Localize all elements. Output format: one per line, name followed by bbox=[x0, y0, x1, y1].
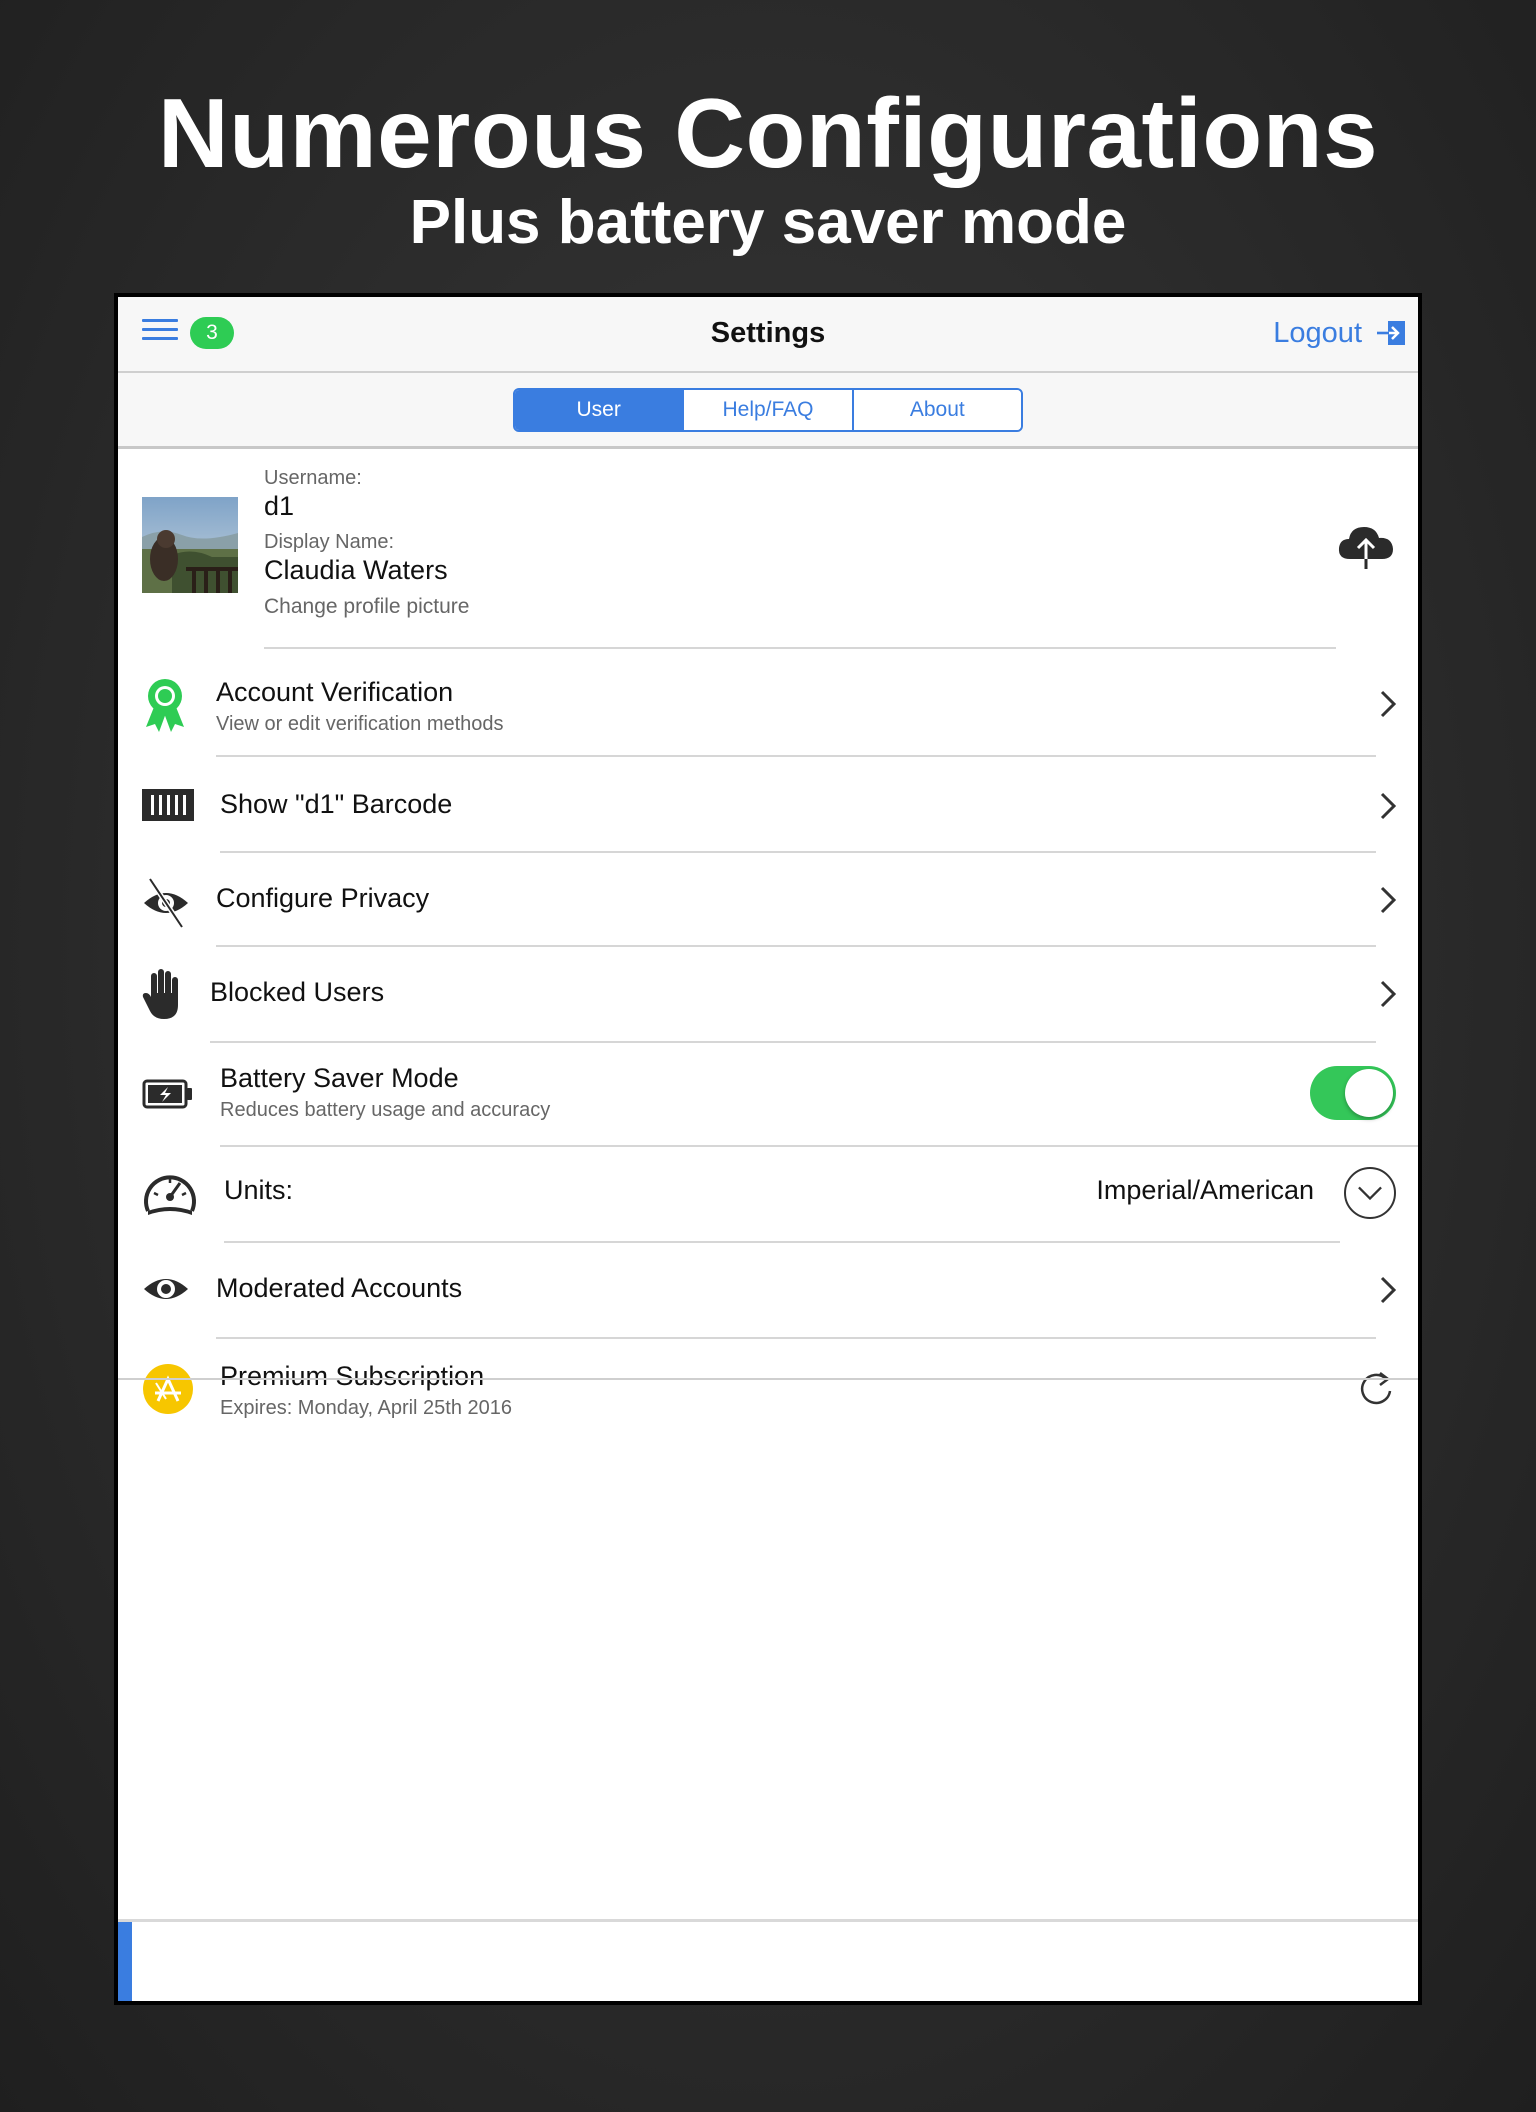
logout-button[interactable]: Logout bbox=[1273, 311, 1406, 355]
promo-subheadline: Plus battery saver mode bbox=[409, 188, 1127, 257]
refresh-icon[interactable] bbox=[1360, 1367, 1396, 1407]
row-title: Premium Subscription bbox=[220, 1361, 485, 1391]
cloud-upload-icon[interactable] bbox=[1336, 521, 1396, 571]
battery-saver-toggle[interactable] bbox=[1310, 1066, 1396, 1120]
footer-divider bbox=[118, 1919, 1418, 1922]
row-subtitle: Expires: Monday, April 25th 2016 bbox=[220, 1397, 513, 1419]
barcode-icon bbox=[142, 789, 194, 821]
footer-accent-bar bbox=[118, 1922, 132, 2001]
row-title: Battery Saver Mode bbox=[220, 1063, 459, 1093]
navigation-bar: 3 Settings Logout bbox=[118, 297, 1418, 373]
barcode-row[interactable]: Show "d1" Barcode bbox=[118, 757, 1418, 853]
logout-label: Logout bbox=[1273, 316, 1362, 349]
speedometer-icon bbox=[144, 1175, 196, 1215]
account-verification-row[interactable]: Account Verification View or edit verifi… bbox=[118, 649, 1418, 757]
logout-arrow-icon bbox=[1377, 321, 1405, 345]
battery-icon bbox=[142, 1079, 192, 1109]
row-subtitle: Reduces battery usage and accuracy bbox=[220, 1099, 551, 1121]
row-title: Account Verification bbox=[216, 677, 454, 707]
moderated-accounts-row[interactable]: Moderated Accounts bbox=[118, 1243, 1418, 1339]
list-bottom-divider bbox=[118, 1378, 1418, 1380]
row-title: Configure Privacy bbox=[216, 883, 430, 913]
chevron-right-icon bbox=[1380, 886, 1397, 914]
app-store-icon bbox=[143, 1364, 193, 1414]
premium-subscription-row[interactable]: Premium Subscription Expires: Monday, Ap… bbox=[118, 1339, 1418, 1441]
chevron-right-icon bbox=[1380, 980, 1397, 1008]
change-picture-link[interactable]: Change profile picture bbox=[264, 595, 469, 619]
username-value: d1 bbox=[264, 491, 295, 521]
tab-help-faq[interactable]: Help/FAQ bbox=[684, 390, 854, 430]
tab-user[interactable]: User bbox=[515, 390, 685, 430]
display-name-label: Display Name: bbox=[264, 531, 395, 553]
eye-icon bbox=[144, 1279, 188, 1299]
row-subtitle: View or edit verification methods bbox=[216, 713, 504, 735]
row-title: Show "d1" Barcode bbox=[220, 789, 453, 819]
promo-headline: Numerous Configurations bbox=[157, 78, 1379, 188]
units-value[interactable]: Imperial/American bbox=[1096, 1175, 1314, 1206]
tab-about[interactable]: About bbox=[853, 390, 1021, 430]
tab-bar: User Help/FAQ About bbox=[118, 373, 1418, 449]
chevron-right-icon bbox=[1380, 792, 1397, 820]
avatar[interactable] bbox=[142, 497, 238, 593]
row-title: Moderated Accounts bbox=[216, 1273, 463, 1303]
eye-slash-icon bbox=[144, 877, 188, 929]
blocked-users-row[interactable]: Blocked Users bbox=[118, 947, 1418, 1043]
battery-saver-row: Battery Saver Mode Reduces battery usage… bbox=[118, 1043, 1418, 1147]
username-label: Username: bbox=[264, 467, 362, 489]
segmented-control: User Help/FAQ About bbox=[513, 388, 1023, 432]
units-row[interactable]: Units: Imperial/American bbox=[118, 1147, 1418, 1243]
chevron-right-icon bbox=[1380, 690, 1397, 718]
ribbon-award-icon bbox=[146, 679, 184, 732]
profile-section: Username: d1 Display Name: Claudia Water… bbox=[118, 449, 1418, 649]
chevron-right-icon bbox=[1380, 1276, 1397, 1304]
row-title: Units: bbox=[224, 1175, 294, 1205]
configure-privacy-row[interactable]: Configure Privacy bbox=[118, 853, 1418, 947]
page-title: Settings bbox=[710, 317, 826, 349]
hand-stop-icon bbox=[142, 969, 178, 1019]
display-name-value: Claudia Waters bbox=[264, 555, 448, 585]
row-title: Blocked Users bbox=[210, 977, 385, 1007]
toggle-knob bbox=[1345, 1069, 1393, 1117]
chevron-down-icon[interactable] bbox=[1344, 1167, 1396, 1219]
device-screen: 3 Settings Logout User Help/FAQ About Us… bbox=[114, 293, 1422, 2005]
